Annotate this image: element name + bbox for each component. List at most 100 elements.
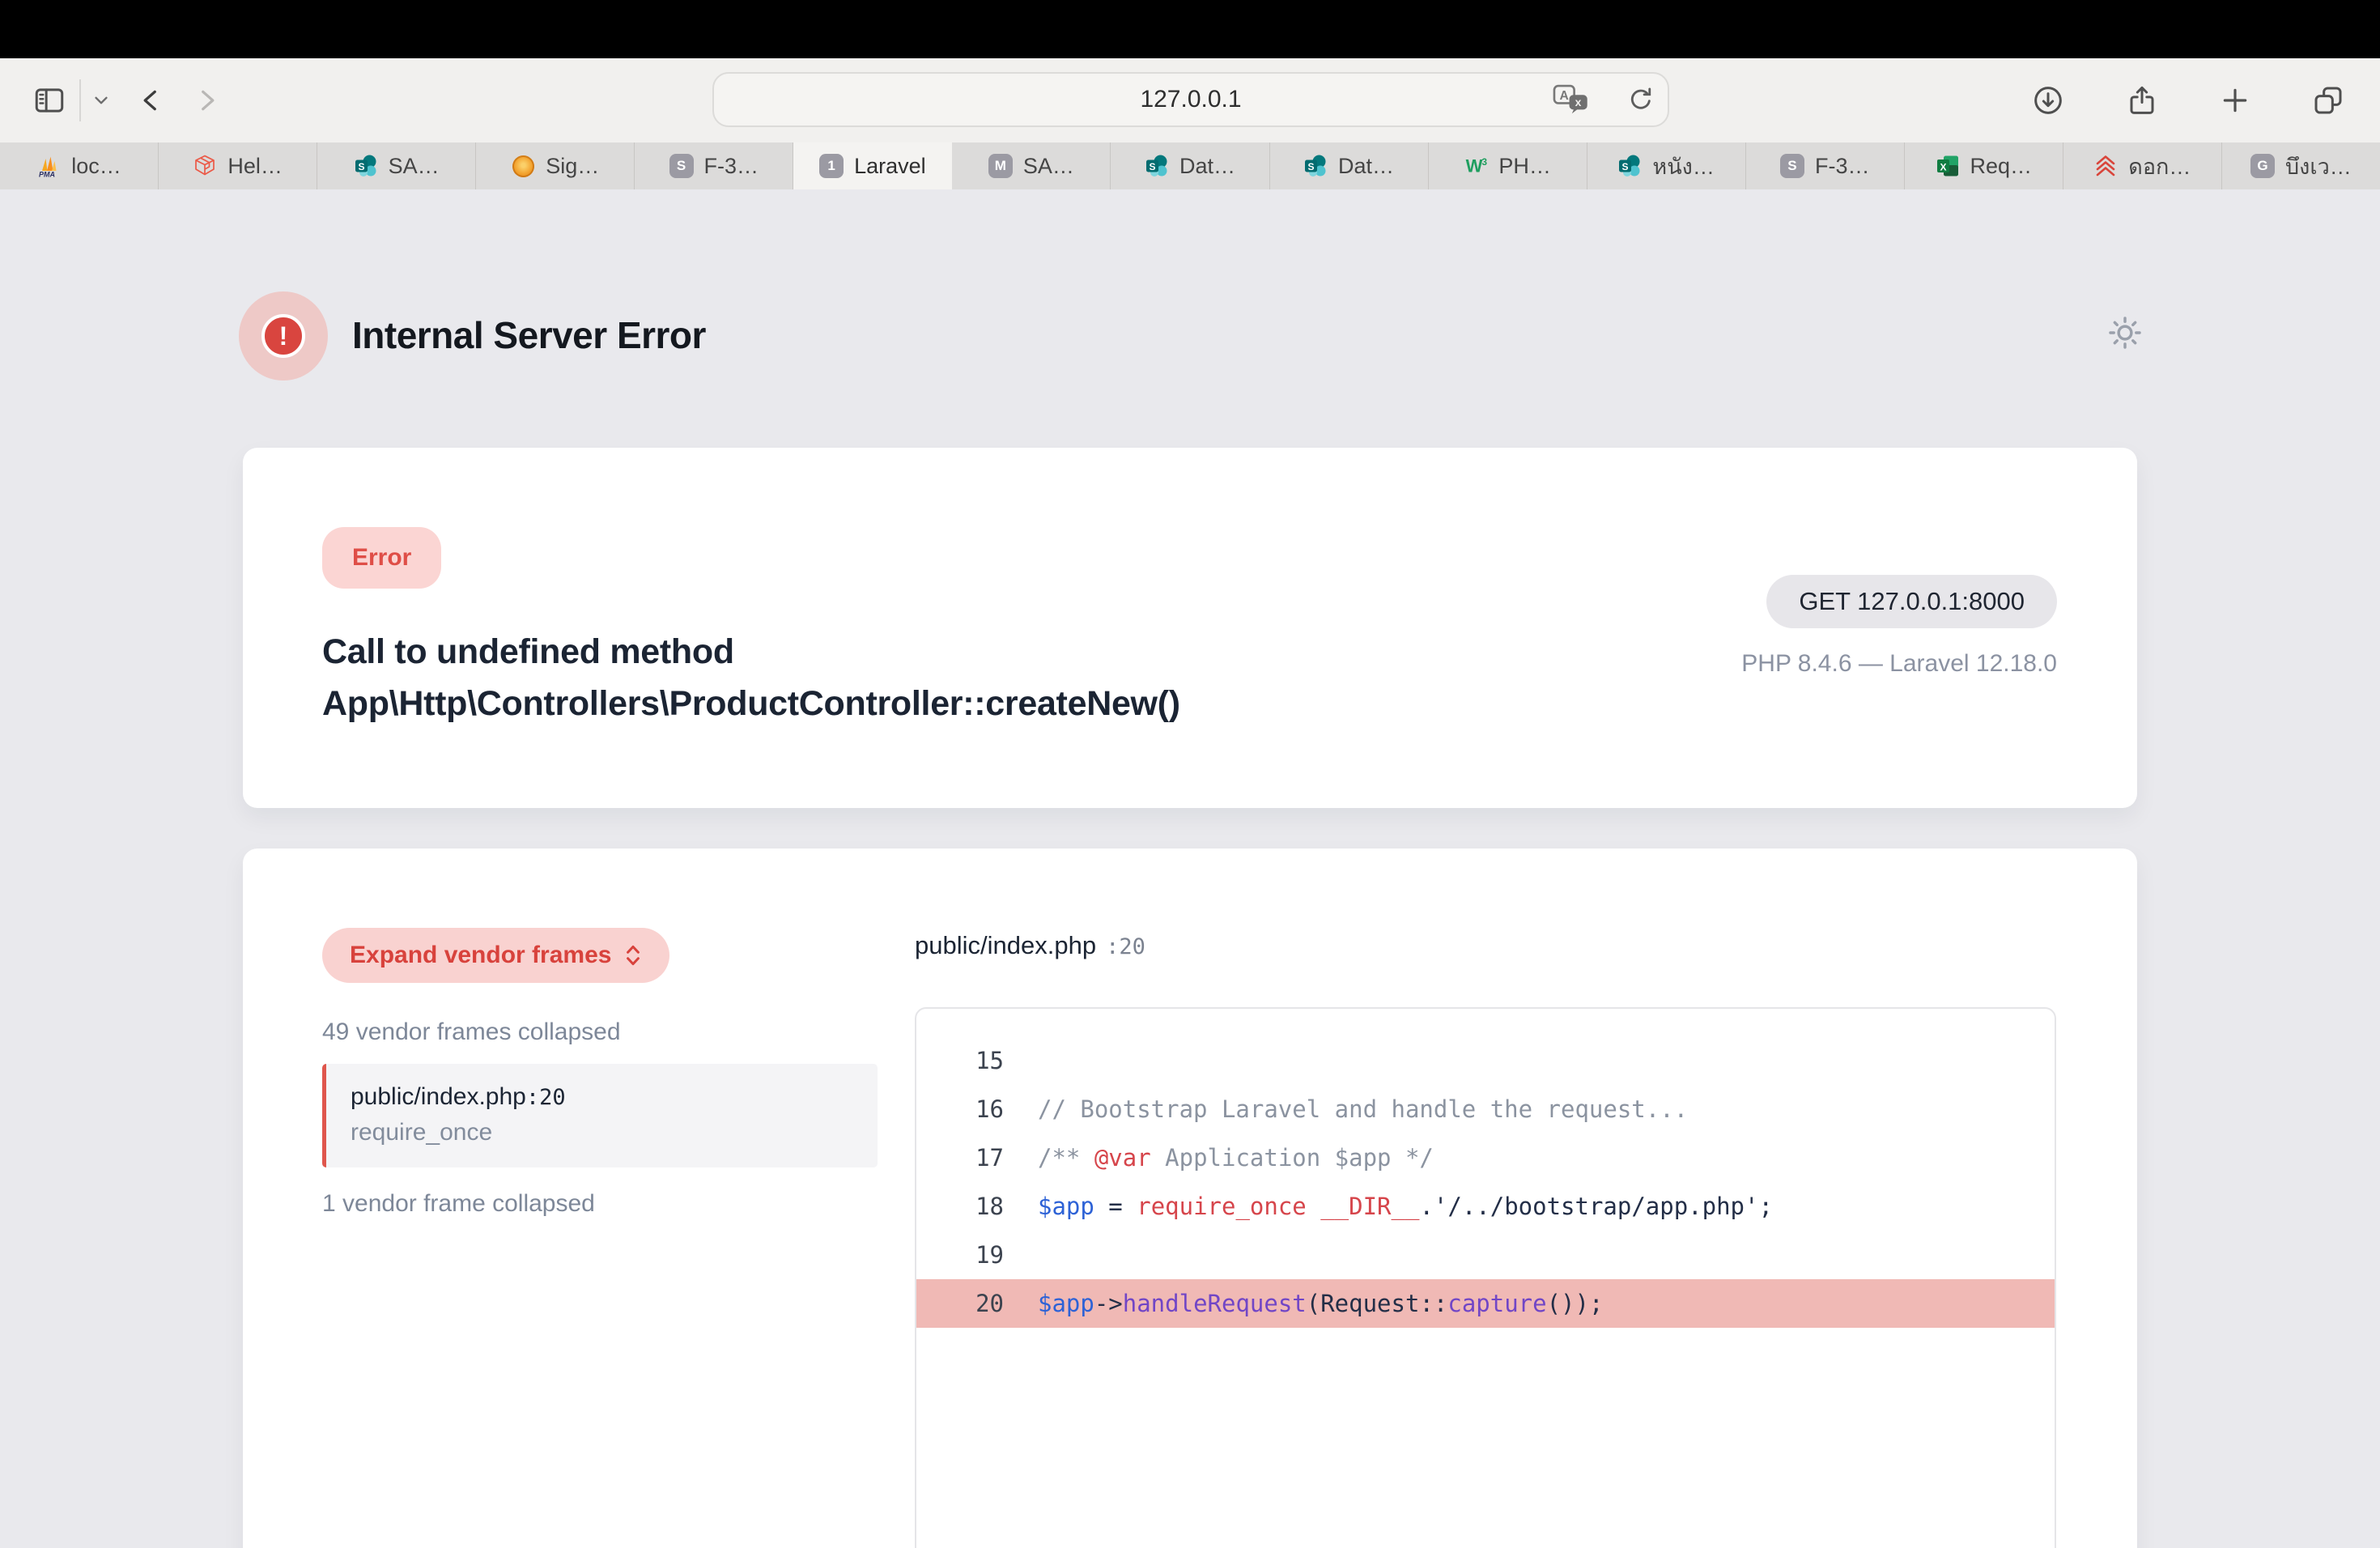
tab-15[interactable]: Gบึงเว… — [2222, 142, 2380, 189]
code-text: $app->handleRequest(Request::capture()); — [1038, 1290, 1603, 1317]
vendor-frame-collapsed-note: 1 vendor frame collapsed — [322, 1190, 878, 1218]
line-number: 17 — [916, 1144, 1004, 1172]
sharepoint-favicon: S — [1303, 154, 1328, 178]
tab-13[interactable]: X Req… — [1905, 142, 2063, 189]
seal-favicon — [511, 154, 535, 178]
tile-M-favicon: M — [988, 154, 1013, 178]
vendor-frames-collapsed-note: 49 vendor frames collapsed — [322, 1019, 878, 1046]
tile-S-favicon: S — [669, 154, 694, 178]
svg-text:PMA: PMA — [39, 171, 55, 179]
error-message: Call to undefined method App\Http\Contro… — [322, 626, 1180, 729]
tab-label: F-3… — [1815, 154, 1870, 179]
line-number: 20 — [916, 1290, 1004, 1317]
stack-frame-item[interactable]: public/index.php:20 require_once — [322, 1064, 878, 1167]
tab-label: ดอก… — [2128, 149, 2191, 184]
tab-1[interactable]: PMA loc… — [0, 142, 159, 189]
exclamation-icon: ! — [261, 314, 305, 358]
stack-trace-card: Expand vendor frames 49 vendor frames co… — [243, 848, 2137, 1548]
code-line-ref: :20 — [1106, 934, 1145, 959]
sharepoint-favicon: S — [354, 154, 378, 178]
svg-text:S: S — [358, 161, 364, 172]
code-line-17: 17 /** @var Application $app */ — [916, 1133, 2055, 1182]
page-header: ! Internal Server Error — [239, 291, 2144, 381]
macos-menubar — [0, 0, 2380, 58]
code-text: /** @var Application $app */ — [1038, 1144, 1434, 1172]
code-file-header: public/index.php :20 — [915, 931, 2056, 960]
tab-14[interactable]: ดอก… — [2063, 142, 2222, 189]
sidebar-icon[interactable] — [32, 83, 66, 117]
tab-label: Laravel — [854, 154, 926, 179]
line-number: 18 — [916, 1193, 1004, 1220]
tab-3[interactable]: S SA… — [317, 142, 476, 189]
tab-bar: PMAloc…Hel…SSA…Sig…SF-3…1LaravelMSA…SDat… — [0, 142, 2380, 189]
line-number: 19 — [916, 1241, 1004, 1269]
frames-column: Expand vendor frames 49 vendor frames co… — [322, 928, 878, 1218]
tab-overview-icon[interactable] — [2312, 84, 2344, 117]
tab-8[interactable]: S Dat… — [1111, 142, 1269, 189]
chevrons-favicon — [2093, 154, 2118, 178]
tab-10[interactable]: W3PH… — [1429, 142, 1587, 189]
sun-icon[interactable] — [2106, 314, 2144, 351]
svg-text:S: S — [1149, 161, 1155, 172]
tab-5[interactable]: S F-3… — [635, 142, 793, 189]
tile-1-favicon: 1 — [819, 154, 844, 178]
svg-text:X: X — [1940, 161, 1946, 172]
tab-label: SA… — [1023, 154, 1074, 179]
tab-label: Hel… — [227, 154, 283, 179]
share-icon[interactable] — [2126, 84, 2158, 117]
phpmyadmin-favicon: PMA — [36, 154, 61, 178]
tab-label: Dat… — [1338, 154, 1394, 179]
download-icon[interactable] — [2032, 84, 2064, 117]
request-badge: GET 127.0.0.1:8000 — [1766, 575, 2057, 628]
url-text: 127.0.0.1 — [1140, 86, 1241, 113]
line-number: 15 — [916, 1047, 1004, 1074]
sharepoint-favicon: S — [1617, 154, 1642, 178]
expand-vendor-frames-button[interactable]: Expand vendor frames — [322, 928, 669, 983]
code-line-20: 20 $app->handleRequest(Request::capture()… — [916, 1279, 2055, 1328]
error-message-line1: Call to undefined method — [322, 626, 1180, 678]
forward-icon[interactable] — [193, 87, 220, 114]
code-line-19: 19 — [916, 1231, 2055, 1279]
translate-icon[interactable]: A x — [1553, 84, 1590, 115]
error-message-line2: App\Http\Controllers\ProductController::… — [322, 678, 1180, 729]
laravel-favicon — [193, 154, 217, 178]
browser-toolbar: 127.0.0.1 A x — [0, 58, 2380, 142]
code-file-name: public/index.php — [915, 931, 1096, 959]
toolbar-divider — [79, 79, 81, 121]
tab-4[interactable]: Sig… — [476, 142, 635, 189]
line-number: 16 — [916, 1095, 1004, 1123]
tab-label: F-3… — [704, 154, 759, 179]
code-text: // Bootstrap Laravel and handle the requ… — [1038, 1095, 1688, 1123]
version-info: PHP 8.4.6 — Laravel 12.18.0 — [1741, 650, 2057, 678]
tab-label: บึงเว… — [2285, 149, 2352, 184]
code-text: $app = require_once __DIR__.'/../bootstr… — [1038, 1193, 1773, 1220]
code-line-15: 15 — [916, 1036, 2055, 1085]
page-title: Internal Server Error — [352, 313, 706, 357]
stack-frame-method: require_once — [351, 1119, 853, 1146]
url-bar[interactable]: 127.0.0.1 A x — [712, 72, 1669, 127]
tab-label: Sig… — [546, 154, 599, 179]
screen: 127.0.0.1 A x — [0, 0, 2380, 1548]
unfold-icon — [624, 942, 642, 968]
tab-7[interactable]: M SA… — [952, 142, 1111, 189]
chevron-down-icon[interactable] — [92, 91, 110, 109]
sharepoint-favicon: S — [1145, 154, 1169, 178]
toolbar-right-group — [2032, 58, 2344, 142]
tab-2[interactable]: Hel… — [159, 142, 317, 189]
tab-label: loc… — [71, 154, 121, 179]
tab-label: Dat… — [1179, 154, 1235, 179]
laravel-error-page: ! Internal Server Error Error Call to un… — [0, 189, 2380, 1548]
tab-label: Req… — [1970, 154, 2033, 179]
tab-label: SA… — [389, 154, 440, 179]
w3-favicon: W3 — [1464, 154, 1488, 178]
tab-6[interactable]: 1 Laravel — [793, 142, 952, 189]
error-summary-card: Error Call to undefined method App\Http\… — [243, 448, 2137, 808]
back-icon[interactable] — [138, 87, 165, 114]
svg-text:S: S — [1308, 161, 1315, 172]
svg-text:A: A — [1559, 89, 1568, 103]
tab-11[interactable]: Sหนัง… — [1587, 142, 1746, 189]
reload-icon[interactable] — [1627, 86, 1655, 113]
new-tab-icon[interactable] — [2220, 85, 2250, 116]
tab-9[interactable]: S Dat… — [1270, 142, 1429, 189]
tab-12[interactable]: SF-3… — [1746, 142, 1905, 189]
